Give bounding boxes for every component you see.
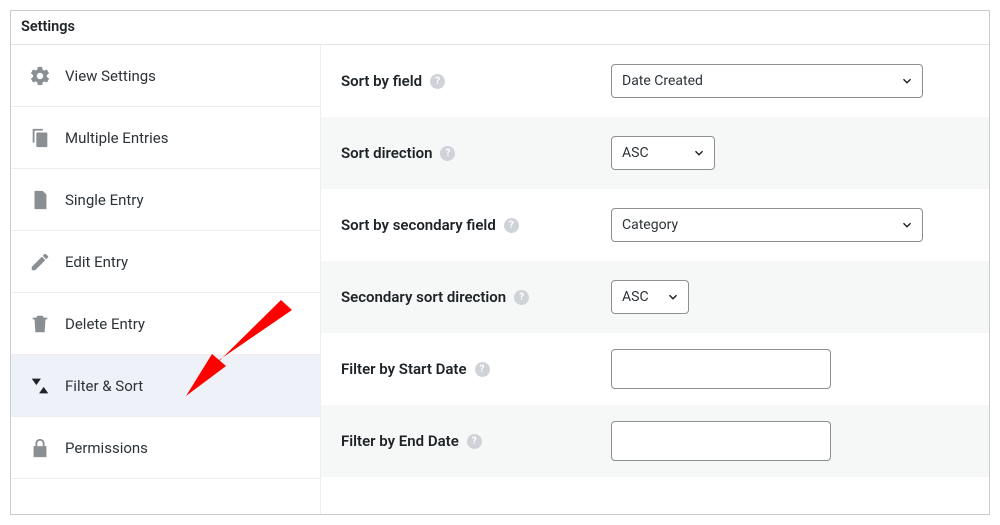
sidebar-item-single-entry[interactable]: Single Entry — [11, 169, 320, 231]
select-value: Category — [622, 217, 678, 233]
sidebar-item-label: Filter & Sort — [65, 377, 143, 395]
sidebar-item-label: Permissions — [65, 439, 148, 457]
copy-icon — [29, 127, 51, 149]
sidebar-item-permissions[interactable]: Permissions — [11, 417, 320, 479]
field-label: Sort direction ? — [341, 144, 611, 162]
sidebar-item-filter-sort[interactable]: Filter & Sort — [11, 355, 320, 417]
sort-icon — [29, 375, 51, 397]
secondary-direction-select[interactable]: ASC — [611, 280, 689, 314]
sidebar-item-label: View Settings — [65, 67, 156, 85]
row-sort-direction: Sort direction ? ASC — [321, 117, 989, 189]
label-text: Sort by field — [341, 72, 422, 90]
label-text: Filter by Start Date — [341, 360, 467, 378]
chevron-down-icon — [900, 218, 914, 232]
chevron-down-icon — [666, 290, 680, 304]
settings-sidebar: View Settings Multiple Entries Single En… — [11, 45, 321, 514]
sidebar-item-label: Multiple Entries — [65, 129, 168, 147]
label-text: Filter by End Date — [341, 432, 459, 450]
filter-start-date-input[interactable] — [611, 349, 831, 389]
chevron-down-icon — [692, 146, 706, 160]
select-value: ASC — [622, 289, 649, 305]
field-label: Sort by field ? — [341, 72, 611, 90]
sidebar-item-label: Delete Entry — [65, 315, 145, 333]
sidebar-item-delete-entry[interactable]: Delete Entry — [11, 293, 320, 355]
sort-direction-select[interactable]: ASC — [611, 136, 715, 170]
help-icon[interactable]: ? — [514, 290, 529, 305]
row-secondary-direction: Secondary sort direction ? ASC — [321, 261, 989, 333]
label-text: Sort by secondary field — [341, 216, 496, 234]
help-icon[interactable]: ? — [504, 218, 519, 233]
sort-by-field-select[interactable]: Date Created — [611, 64, 923, 98]
row-sort-by-secondary: Sort by secondary field ? Category — [321, 189, 989, 261]
filter-end-date-input[interactable] — [611, 421, 831, 461]
panel-body: View Settings Multiple Entries Single En… — [11, 45, 989, 514]
chevron-down-icon — [900, 74, 914, 88]
pencil-icon — [29, 251, 51, 273]
help-icon[interactable]: ? — [475, 362, 490, 377]
trash-icon — [29, 313, 51, 335]
sidebar-item-multiple-entries[interactable]: Multiple Entries — [11, 107, 320, 169]
select-value: ASC — [622, 145, 649, 161]
row-filter-end: Filter by End Date ? — [321, 405, 989, 477]
label-text: Secondary sort direction — [341, 288, 506, 306]
field-label: Sort by secondary field ? — [341, 216, 611, 234]
canvas: Settings View Settings Multiple Entries — [0, 0, 1000, 525]
lock-icon — [29, 437, 51, 459]
select-value: Date Created — [622, 73, 703, 89]
document-icon — [29, 189, 51, 211]
settings-panel: Settings View Settings Multiple Entries — [10, 10, 990, 515]
settings-main: Sort by field ? Date Created Sort direct… — [321, 45, 989, 514]
sort-by-secondary-select[interactable]: Category — [611, 208, 923, 242]
field-label: Filter by End Date ? — [341, 432, 611, 450]
label-text: Sort direction — [341, 144, 432, 162]
field-label: Secondary sort direction ? — [341, 288, 611, 306]
row-filter-start: Filter by Start Date ? — [321, 333, 989, 405]
help-icon[interactable]: ? — [440, 146, 455, 161]
sidebar-item-label: Single Entry — [65, 191, 144, 209]
help-icon[interactable]: ? — [467, 434, 482, 449]
panel-title: Settings — [11, 11, 989, 45]
sidebar-item-label: Edit Entry — [65, 253, 128, 271]
row-sort-by-field: Sort by field ? Date Created — [321, 45, 989, 117]
sidebar-item-view-settings[interactable]: View Settings — [11, 45, 320, 107]
sidebar-item-edit-entry[interactable]: Edit Entry — [11, 231, 320, 293]
gear-icon — [29, 65, 51, 87]
field-label: Filter by Start Date ? — [341, 360, 611, 378]
help-icon[interactable]: ? — [430, 74, 445, 89]
